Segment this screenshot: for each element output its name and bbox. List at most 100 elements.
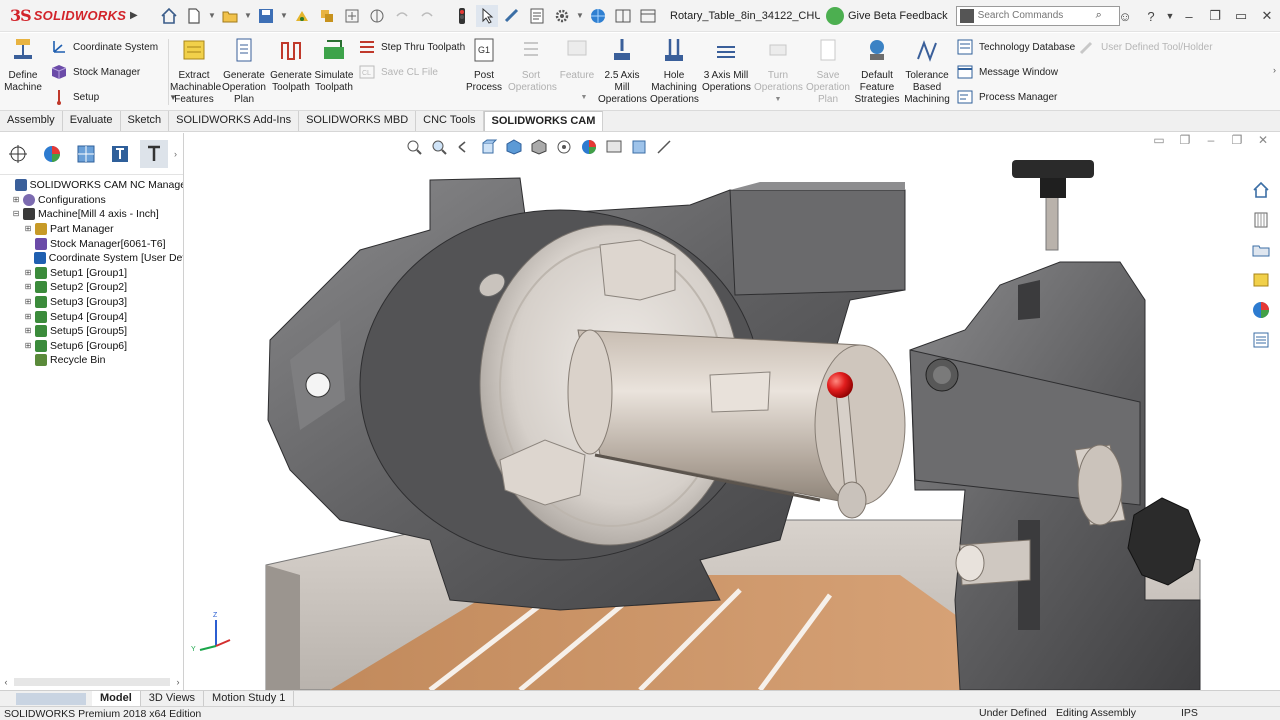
save-icon[interactable]	[255, 5, 277, 27]
tab-evaluate[interactable]: Evaluate	[63, 111, 121, 131]
rotary-table-3d-model[interactable]: Z Y	[185, 133, 1280, 690]
mill-25-axis-button[interactable]: 2.5 Axis Mill Operations	[598, 37, 647, 106]
undo-icon[interactable]	[391, 5, 413, 27]
tree-node[interactable]: Stock Manager[6061-T6]	[0, 236, 183, 251]
scroll-track[interactable]	[14, 678, 170, 686]
search-input[interactable]	[977, 10, 1096, 21]
tree-expander-icon[interactable]: ⊞	[24, 341, 32, 350]
step-thru-toolpath-button[interactable]: Step Thru Toolpath	[358, 36, 465, 58]
gear-icon[interactable]	[551, 5, 573, 27]
open-dropdown-icon[interactable]: ▼	[244, 11, 252, 20]
cam-operation-tree-tab-icon[interactable]	[106, 140, 134, 168]
zoom-to-fit-icon[interactable]	[403, 137, 425, 157]
tab-model[interactable]: Model	[92, 691, 141, 706]
appearances-scenes-icon[interactable]	[1248, 297, 1274, 323]
tree-expander-icon[interactable]: ⊞	[12, 195, 20, 204]
tolerance-based-machining-button[interactable]: Tolerance Based Machining	[904, 37, 950, 106]
tree-horizontal-scrollbar[interactable]: ‹ ›	[0, 676, 184, 688]
generate-operation-plan-button[interactable]: Generate Operation Plan	[222, 37, 266, 106]
coordinate-system-button[interactable]: Coordinate System	[50, 36, 158, 58]
generate-toolpath-button[interactable]: Generate Toolpath	[269, 37, 313, 94]
select-tools-icon[interactable]	[366, 5, 388, 27]
edit-appearance-icon[interactable]	[578, 137, 600, 157]
tree-node[interactable]: ⊞ Setup4 [Group4]	[0, 309, 183, 324]
view-settings-icon[interactable]	[628, 137, 650, 157]
new-document-icon[interactable]	[183, 5, 205, 27]
minimize-icon[interactable]: –	[1176, 9, 1202, 24]
sort-operations-button[interactable]: Sort Operations	[508, 37, 557, 94]
open-folder-icon[interactable]	[219, 5, 241, 27]
viewport-maximize-icon[interactable]: ❐	[1224, 133, 1250, 147]
graphics-viewport[interactable]: Z Y ▭ ❐ – ❐ ✕	[185, 133, 1280, 690]
search-icon[interactable]: ⌕	[1096, 9, 1102, 22]
help-dropdown-icon[interactable]: ▼	[1164, 11, 1176, 21]
view-palette-icon[interactable]	[1248, 267, 1274, 293]
turn-dropdown-icon[interactable]: ▼	[754, 94, 802, 106]
home-icon[interactable]	[158, 5, 180, 27]
tab-cnc-tools[interactable]: CNC Tools	[416, 111, 484, 131]
tree-expander-icon[interactable]: ⊞	[24, 283, 32, 291]
tab-sketch[interactable]: Sketch	[121, 111, 170, 131]
tree-node[interactable]: Coordinate System [User Defined]	[0, 251, 183, 266]
tree-node[interactable]: ⊞ Setup6 [Group6]	[0, 339, 183, 354]
redo-icon[interactable]	[416, 5, 438, 27]
solidworks-logo[interactable]: 3S SOLIDWORKS	[0, 0, 130, 32]
tab-navigation-arrows[interactable]	[16, 692, 86, 705]
tree-expander-icon[interactable]: ⊞	[24, 268, 32, 277]
tree-expander-icon[interactable]: ⊞	[24, 327, 32, 335]
tree-node[interactable]: ⊞ Setup5 [Group5]	[0, 324, 183, 339]
design-library-icon[interactable]	[1248, 207, 1274, 233]
setup-button[interactable]: Setup ▼	[50, 86, 177, 108]
display-style-icon[interactable]	[528, 137, 550, 157]
solidworks-resources-icon[interactable]	[1248, 177, 1274, 203]
tabs-scroll-icon[interactable]: ›	[174, 149, 177, 159]
section-view-icon[interactable]	[478, 137, 500, 157]
hide-show-items-icon[interactable]	[553, 137, 575, 157]
scroll-right-icon[interactable]: ›	[172, 677, 184, 687]
feature-dropdown-icon[interactable]: ▼	[572, 92, 596, 104]
tree-node[interactable]: SOLIDWORKS CAM NC Manager	[0, 178, 183, 193]
scroll-left-icon[interactable]: ‹	[0, 677, 12, 687]
previous-view-icon[interactable]	[453, 137, 475, 157]
measure-icon[interactable]	[501, 5, 523, 27]
cam-feature-tree-tab-icon[interactable]	[72, 140, 100, 168]
window-tile-icon[interactable]	[637, 5, 659, 27]
tab-solidworks-add-ins[interactable]: SOLIDWORKS Add-Ins	[169, 111, 300, 131]
tree-node[interactable]: ⊞ Configurations	[0, 193, 183, 208]
custom-properties-icon[interactable]	[1248, 327, 1274, 353]
window-layout-icon[interactable]	[612, 5, 634, 27]
tab-motion-study-1[interactable]: Motion Study 1	[204, 691, 295, 706]
tree-expander-icon[interactable]: ⊞	[24, 225, 32, 233]
search-commands-box[interactable]: ⌕	[955, 5, 1120, 26]
options-dropdown-icon[interactable]: ▼	[576, 11, 584, 20]
user-defined-tool-button[interactable]: User Defined Tool/Holder	[1078, 36, 1213, 58]
process-manager-button[interactable]: Process Manager	[956, 86, 1057, 108]
default-feature-strategies-button[interactable]: Default Feature Strategies	[854, 37, 900, 106]
viewport-minimize-icon[interactable]: –	[1198, 133, 1224, 147]
feature-button[interactable]: Feature ▼	[558, 37, 596, 104]
tree-node[interactable]: ⊞ Part Manager	[0, 222, 183, 237]
turn-operations-button[interactable]: Turn Operations ▼	[754, 37, 803, 106]
search-mode-icon[interactable]	[959, 8, 974, 23]
rebuild-icon[interactable]	[291, 5, 313, 27]
viewport-restore-icon[interactable]: ▭	[1146, 133, 1172, 147]
post-process-button[interactable]: G1 Post Process	[465, 37, 503, 94]
viewport-tile-icon[interactable]: ❐	[1172, 133, 1198, 147]
extract-features-button[interactable]: Extract Machinable Features	[170, 37, 221, 106]
tree-expander-icon[interactable]: ⊞	[24, 298, 32, 306]
tree-node[interactable]: Recycle Bin	[0, 353, 183, 368]
assembly-icon[interactable]	[316, 5, 338, 27]
options-icon[interactable]	[341, 5, 363, 27]
file-properties-icon[interactable]	[526, 5, 548, 27]
tree-node[interactable]: ⊟ Machine[Mill 4 axis - Inch]	[0, 207, 183, 222]
units-status[interactable]: IPS	[1181, 707, 1198, 719]
new-dropdown-icon[interactable]: ▼	[208, 11, 216, 20]
appearance-tab-icon[interactable]	[38, 140, 66, 168]
traffic-light-icon[interactable]	[451, 5, 473, 27]
select-cursor-icon[interactable]	[476, 4, 498, 27]
zoom-to-area-icon[interactable]	[428, 137, 450, 157]
tab-assembly[interactable]: Assembly	[0, 111, 63, 131]
hole-machining-button[interactable]: Hole Machining Operations	[650, 37, 699, 106]
restore-icon[interactable]: ❐	[1202, 8, 1228, 24]
cam-tools-tree-tab-icon[interactable]	[140, 139, 168, 168]
